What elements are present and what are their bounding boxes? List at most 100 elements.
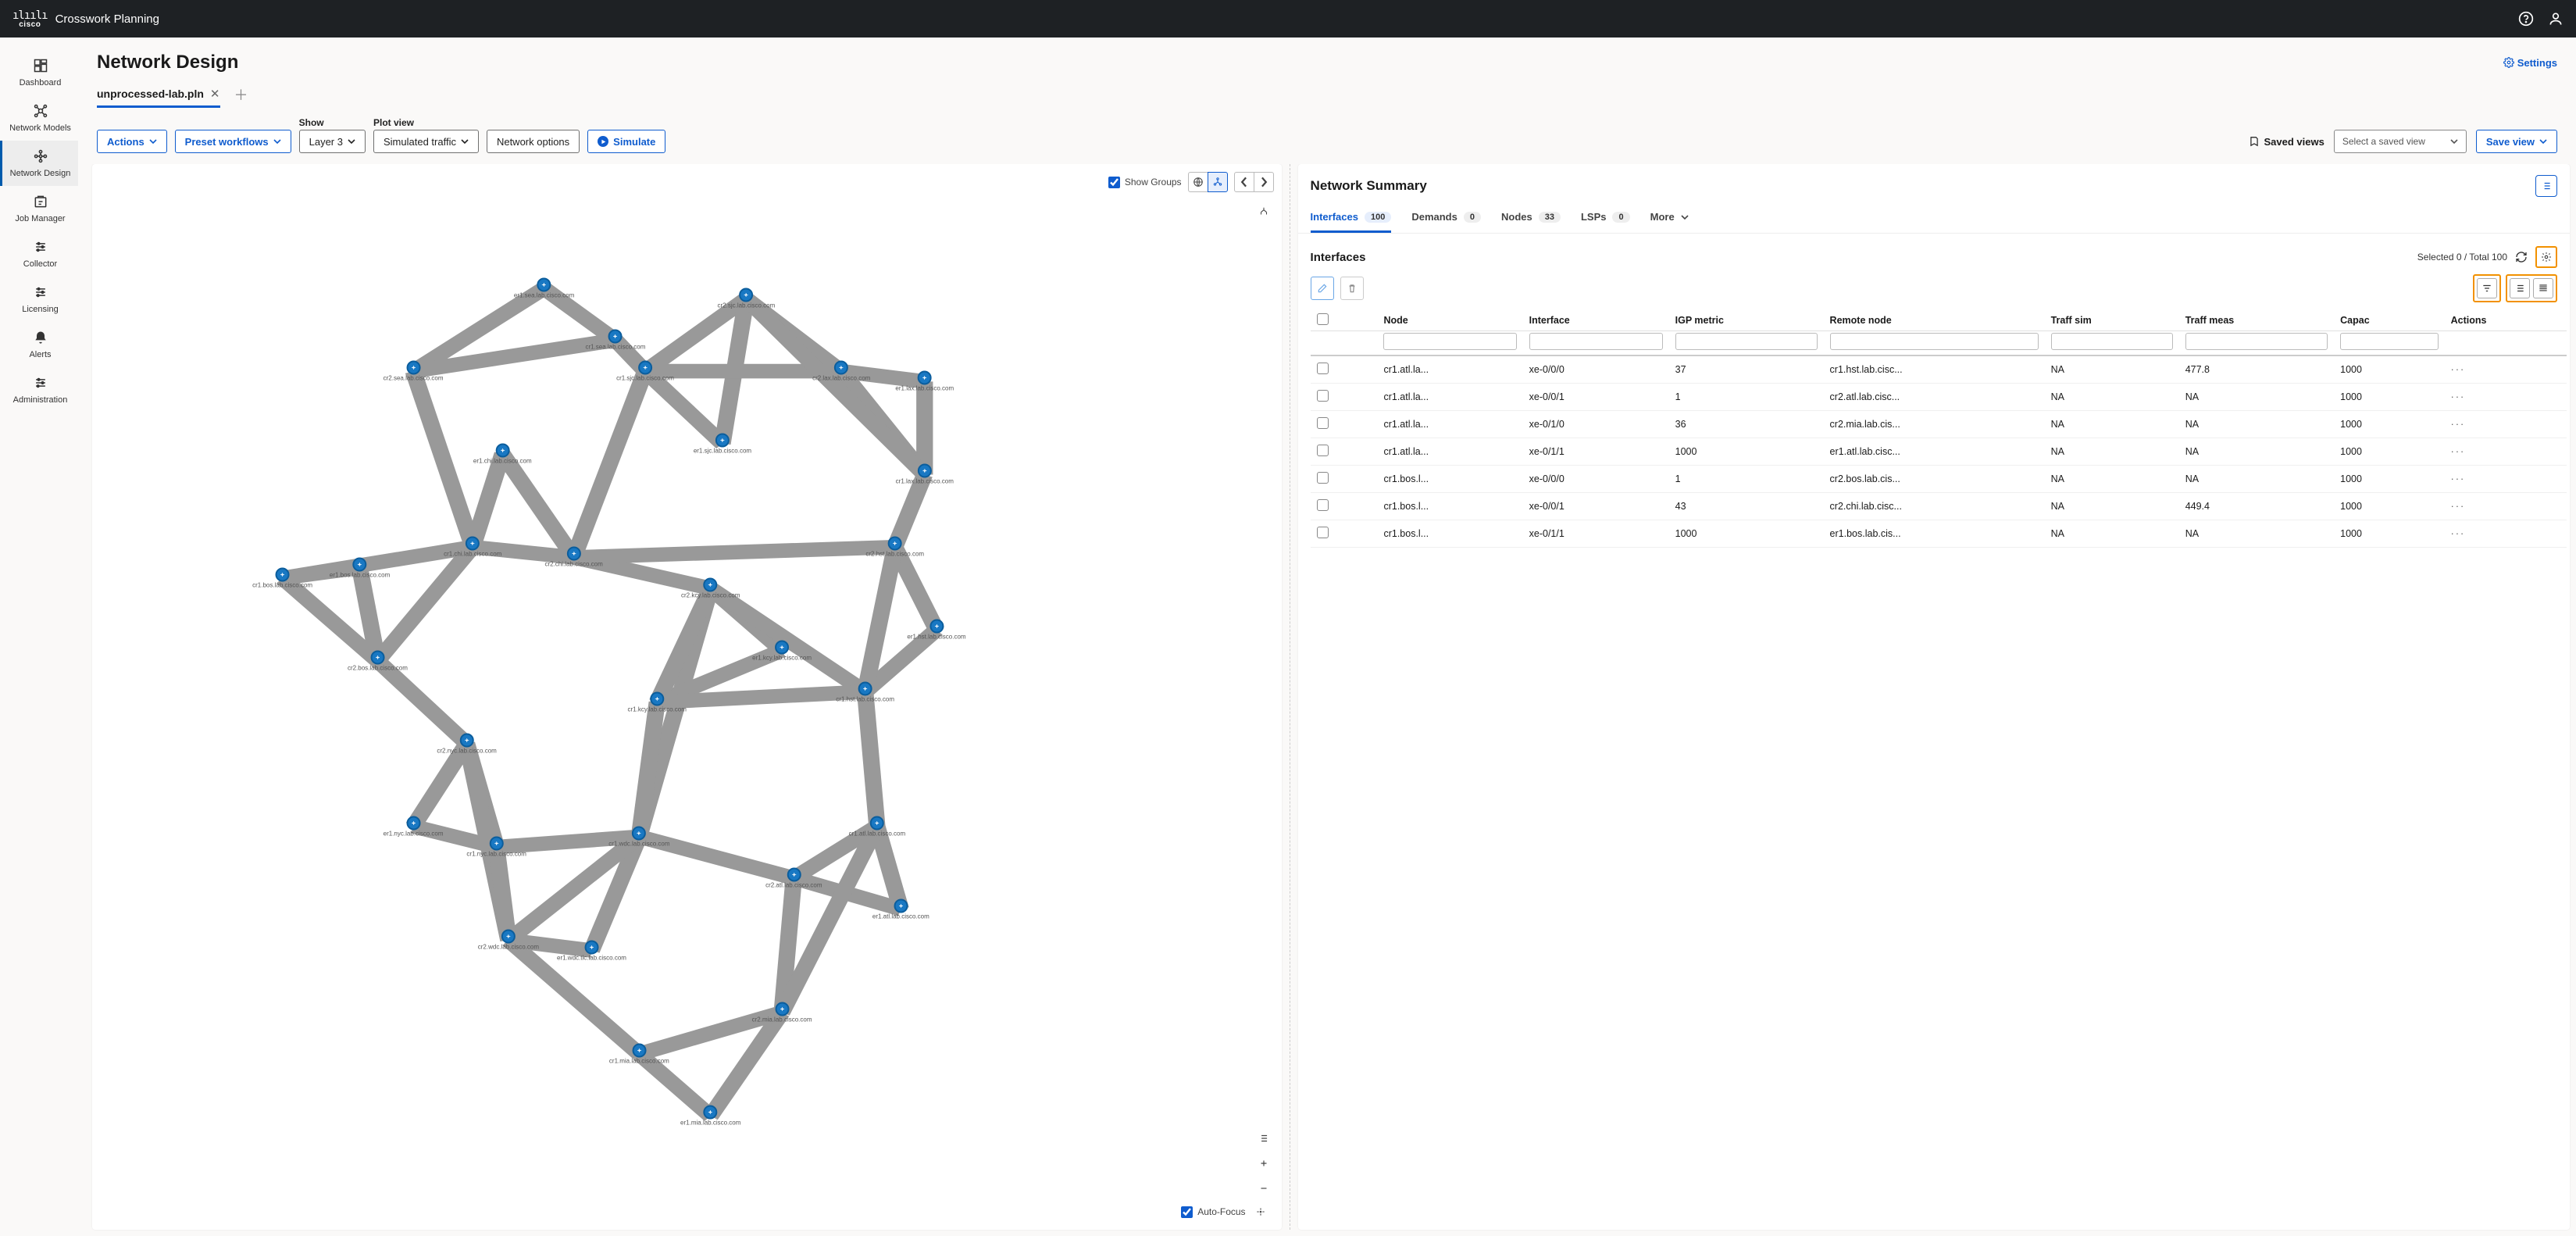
settings-link[interactable]: Settings (2503, 57, 2557, 69)
zoom-in-icon[interactable] (1254, 1153, 1274, 1173)
row-checkbox[interactable] (1317, 527, 1329, 538)
edit-icon[interactable] (1311, 277, 1334, 300)
sidebar-item-job-manager[interactable]: Job Manager (0, 186, 78, 231)
list-view-icon[interactable] (2510, 278, 2530, 298)
topology-node[interactable]: cr1.chi.lab.cisco.com (444, 537, 501, 558)
topology-node[interactable]: er1.wdc.tlc.lab.cisco.com (557, 940, 626, 961)
show-groups-checkbox[interactable]: Show Groups (1108, 177, 1182, 188)
topology-node[interactable]: cr1.wdc.lab.cisco.com (608, 826, 669, 847)
filter-view-icon[interactable] (2477, 278, 2497, 298)
zoom-out-icon[interactable] (1254, 1178, 1274, 1198)
network-options-button[interactable]: Network options (487, 130, 580, 153)
topology-node[interactable]: er1.lax.lab.cisco.com (895, 371, 954, 392)
topology-node[interactable]: cr2.atl.lab.cisco.com (765, 867, 822, 888)
chevron-right-icon[interactable] (1254, 172, 1274, 192)
column-header[interactable]: Actions (2445, 309, 2567, 331)
topology-node[interactable]: cr1.bos.lab.cisco.com (252, 567, 312, 588)
topology-node[interactable]: cr2.nyc.lab.cisco.com (437, 733, 496, 754)
chevron-left-icon[interactable] (1234, 172, 1254, 192)
table-settings-icon[interactable] (2535, 246, 2557, 268)
topology-node[interactable]: cr2.mia.lab.cisco.com (752, 1002, 812, 1023)
tab-lsps[interactable]: LSPs0 (1581, 205, 1630, 233)
show-dropdown[interactable]: Layer 3 (299, 130, 366, 153)
table-row[interactable]: cr1.bos.l...xe-0/0/01cr2.bos.lab.cis...N… (1311, 466, 2567, 493)
row-actions-icon[interactable]: ··· (2451, 528, 2466, 539)
topology-node[interactable]: cr1.kcy.lab.cisco.com (627, 691, 686, 713)
topology-node[interactable]: cr2.kcy.lab.cisco.com (681, 578, 740, 599)
topology-node[interactable]: er1.chi.lab.cisco.com (473, 444, 532, 465)
topology-node[interactable]: cr2.lax.lab.cisco.com (812, 361, 870, 382)
column-header[interactable]: Interface (1523, 309, 1669, 331)
row-checkbox[interactable] (1317, 417, 1329, 429)
column-filter-input[interactable] (2051, 333, 2173, 350)
sidebar-item-licensing[interactable]: Licensing (0, 277, 78, 322)
topology-node[interactable]: cr1.sjc.lab.cisco.com (616, 361, 674, 382)
row-actions-icon[interactable]: ··· (2451, 501, 2466, 512)
simulate-button[interactable]: Simulate (587, 130, 665, 153)
row-checkbox[interactable] (1317, 363, 1329, 374)
sidebar-item-network-design[interactable]: Network Design (0, 141, 78, 186)
row-actions-icon[interactable]: ··· (2451, 391, 2466, 402)
select-all-checkbox[interactable] (1317, 313, 1329, 325)
topology-node[interactable]: cr2.bos.lab.cisco.com (348, 650, 408, 671)
summary-list-icon[interactable] (2535, 175, 2557, 197)
row-checkbox[interactable] (1317, 390, 1329, 402)
column-filter-input[interactable] (1830, 333, 2039, 350)
dense-list-view-icon[interactable] (2533, 278, 2553, 298)
list-icon[interactable] (1254, 1128, 1274, 1148)
column-filter-input[interactable] (2340, 333, 2439, 350)
column-header[interactable]: Node (1377, 309, 1522, 331)
topology-node[interactable]: cr2.hst.lab.cisco.com (865, 537, 924, 558)
saved-view-select[interactable]: Select a saved view (2334, 130, 2467, 153)
topology-node[interactable]: er1.mia.lab.cisco.com (680, 1106, 740, 1127)
topology-node[interactable]: er1.sjc.lab.cisco.com (694, 433, 751, 454)
row-actions-icon[interactable]: ··· (2451, 419, 2466, 430)
topology-node[interactable]: er1.nyc.lab.cisco.com (384, 816, 444, 837)
topology-node[interactable]: er1.atl.lab.cisco.com (872, 898, 929, 920)
plan-tab[interactable]: unprocessed-lab.pln ✕ (97, 87, 220, 108)
topology-node[interactable]: cr1.sea.lab.cisco.com (585, 330, 645, 351)
topology-node[interactable]: er1.hst.lab.cisco.com (907, 620, 965, 641)
add-tab-button[interactable]: ＋ (234, 84, 248, 109)
sidebar-item-network-models[interactable]: Network Models (0, 95, 78, 141)
row-actions-icon[interactable]: ··· (2451, 446, 2466, 457)
column-header[interactable]: Capac (2334, 309, 2445, 331)
table-row[interactable]: cr1.atl.la...xe-0/0/037cr1.hst.lab.cisc.… (1311, 355, 2567, 384)
table-row[interactable]: cr1.bos.l...xe-0/0/143cr2.chi.lab.cisc..… (1311, 493, 2567, 520)
tab-demands[interactable]: Demands0 (1411, 205, 1481, 233)
column-filter-input[interactable] (1675, 333, 1818, 350)
row-checkbox[interactable] (1317, 499, 1329, 511)
column-filter-input[interactable] (1383, 333, 1516, 350)
topology-canvas[interactable]: er1.sea.lab.cisco.comcr2.sea.lab.cisco.c… (92, 195, 1282, 1230)
tab-more[interactable]: More (1650, 205, 1689, 233)
row-actions-icon[interactable]: ··· (2451, 364, 2466, 375)
preset-workflows-button[interactable]: Preset workflows (175, 130, 291, 153)
row-checkbox[interactable] (1317, 445, 1329, 456)
sidebar-item-administration[interactable]: Administration (0, 367, 78, 413)
column-filter-input[interactable] (1529, 333, 1663, 350)
topology-node[interactable]: er1.sea.lab.cisco.com (514, 278, 574, 299)
topology-node[interactable]: cr1.mia.lab.cisco.com (609, 1043, 669, 1064)
column-header[interactable]: Traff meas (2179, 309, 2334, 331)
topology-node[interactable]: cr2.chi.lab.cisco.com (545, 547, 603, 568)
topology-node[interactable]: er1.kcy.lab.cisco.com (752, 640, 812, 661)
table-row[interactable]: cr1.atl.la...xe-0/1/036cr2.mia.lab.cis..… (1311, 411, 2567, 438)
row-checkbox[interactable] (1317, 472, 1329, 484)
row-actions-icon[interactable]: ··· (2451, 473, 2466, 484)
column-header[interactable]: Traff sim (2045, 309, 2179, 331)
auto-focus-checkbox[interactable]: Auto-Focus (1181, 1206, 1245, 1218)
sidebar-item-dashboard[interactable]: Dashboard (0, 50, 78, 95)
sidebar-item-alerts[interactable]: Alerts (0, 322, 78, 367)
topology-node[interactable]: cr1.lax.lab.cisco.com (896, 464, 954, 485)
column-header[interactable]: IGP metric (1669, 309, 1824, 331)
column-header[interactable]: Remote node (1824, 309, 2045, 331)
recenter-icon[interactable] (1251, 1202, 1271, 1222)
topology-node[interactable]: er1.bos.lab.cisco.com (330, 557, 390, 578)
topology-node[interactable]: cr2.sjc.lab.cisco.com (717, 288, 775, 309)
sidebar-item-collector[interactable]: Collector (0, 231, 78, 277)
plot-view-dropdown[interactable]: Simulated traffic (373, 130, 479, 153)
actions-button[interactable]: Actions (97, 130, 167, 153)
topology-node[interactable]: cr1.atl.lab.cisco.com (849, 816, 905, 837)
topology-node[interactable]: cr2.wdc.lab.cisco.com (478, 930, 539, 951)
column-filter-input[interactable] (2185, 333, 2328, 350)
